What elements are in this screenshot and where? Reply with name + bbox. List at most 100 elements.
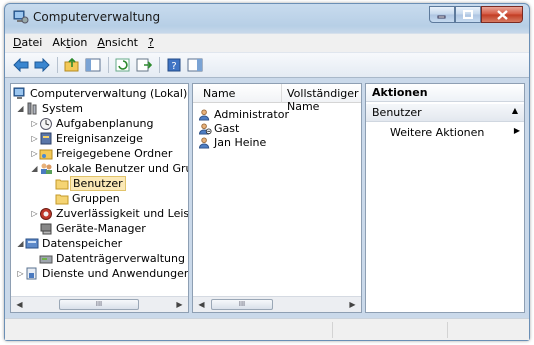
tree-horizontal-scrollbar[interactable]: ◀ III ▶ <box>11 296 188 312</box>
reliability-performance-icon <box>40 208 52 220</box>
tree-node-zuverlässigkeit-und-leistung[interactable]: ▷ Zuverlässigkeit und Leistung <box>11 206 188 221</box>
tree-node-label: Freigegebene Ordner <box>56 147 173 160</box>
collapse-arrow-icon[interactable]: ◢ <box>30 161 39 176</box>
help-icon: ? <box>167 58 181 72</box>
tree-node-label: Benutzer <box>70 176 126 191</box>
scroll-left-icon[interactable]: ◀ <box>194 298 209 311</box>
tree-node-label: Ereignisanzeige <box>56 132 143 145</box>
close-button[interactable] <box>481 6 523 23</box>
menu-help[interactable]: ? <box>144 34 160 52</box>
expand-arrow-icon[interactable]: ▷ <box>30 131 39 146</box>
tree-node-datenträgerverwaltung[interactable]: Datenträgerverwaltung <box>11 251 188 266</box>
tree-node-label: Aufgabenplanung <box>56 117 154 130</box>
tree-node-label: Dienste und Anwendungen <box>42 267 189 280</box>
tree-view: Computerverwaltung (Lokal) ◢ System ▷ Aufgab… <box>11 86 189 281</box>
forward-icon <box>34 58 50 72</box>
title-bar[interactable]: Computerverwaltung <box>5 4 529 30</box>
show-hide-action-pane-button[interactable] <box>185 56 205 74</box>
storage-icon <box>25 238 39 249</box>
expand-arrow-icon[interactable]: ▷ <box>30 116 39 131</box>
folder-icon <box>55 194 69 205</box>
tree-node-lokale-benutzer-und-gruppen[interactable]: ◢ Lokale Benutzer und Gruppen <box>11 161 188 176</box>
tree-node-geräte-manager[interactable]: Geräte-Manager <box>11 221 188 236</box>
tree-node-freigegebene-ordner[interactable]: ▷ Freigegebene Ordner <box>11 146 188 161</box>
tree-node-ereignisanzeige[interactable]: ▷ Ereignisanzeige <box>11 131 188 146</box>
column-header-name[interactable]: Name <box>203 87 235 100</box>
show-hide-action-pane-icon <box>187 58 203 72</box>
action-pane: Aktionen Benutzer ▲ Weitere Aktionen ▶ <box>365 83 525 313</box>
maximize-icon <box>463 10 473 19</box>
scroll-thumb[interactable]: III <box>211 299 273 310</box>
system-tools-icon <box>27 102 37 115</box>
tree-node-gruppen[interactable]: Gruppen <box>11 191 188 206</box>
up-folder-icon <box>64 58 79 72</box>
back-button[interactable] <box>11 56 31 74</box>
tree-node-benutzer[interactable]: Benutzer <box>11 176 188 191</box>
scroll-thumb[interactable]: III <box>59 299 139 310</box>
refresh-icon <box>115 58 130 72</box>
collapse-arrow-icon[interactable]: ◢ <box>16 236 25 251</box>
list-item-name: Jan Heine <box>214 136 267 149</box>
toolbar-separator <box>57 57 58 73</box>
status-divider <box>447 322 448 338</box>
collapse-up-icon[interactable]: ▲ <box>512 106 518 115</box>
menu-aktion[interactable]: Aktion <box>48 34 93 52</box>
up-folder-button[interactable] <box>62 56 82 74</box>
scroll-left-icon[interactable]: ◀ <box>12 298 27 311</box>
collapse-arrow-icon[interactable]: ◢ <box>16 101 25 116</box>
tree-node-label: Datenspeicher <box>42 237 123 250</box>
toolbar-separator <box>108 57 109 73</box>
show-hide-tree-icon <box>85 58 101 72</box>
column-divider[interactable] <box>281 84 282 103</box>
column-header-full-name[interactable]: Vollständiger Name <box>287 87 361 113</box>
local-users-groups-icon <box>41 163 52 174</box>
event-viewer-icon <box>40 132 52 145</box>
tree-node-computerverwaltung-lokal-[interactable]: Computerverwaltung (Lokal) <box>11 86 188 101</box>
export-list-button[interactable] <box>134 56 154 74</box>
export-list-icon <box>136 58 152 72</box>
close-icon <box>496 9 508 20</box>
caption-buttons <box>429 6 523 23</box>
expand-arrow-icon[interactable]: ▷ <box>30 146 39 161</box>
expand-arrow-icon[interactable]: ▷ <box>16 266 25 281</box>
status-divider <box>332 322 333 338</box>
help-button[interactable]: ? <box>164 56 184 74</box>
tree-node-aufgabenplanung[interactable]: ▷ Aufgabenplanung <box>11 116 188 131</box>
tree-node-label: Computerverwaltung (Lokal) <box>30 87 188 100</box>
user-icon <box>198 109 210 121</box>
menu-datei[interactable]: Datei <box>9 34 48 52</box>
action-item-label: Weitere Aktionen <box>390 126 485 139</box>
menu-ansicht[interactable]: Ansicht <box>93 34 144 52</box>
tree-node-dienste-und-anwendungen[interactable]: ▷ Dienste und Anwendungen <box>11 266 189 281</box>
minimize-button[interactable] <box>429 6 455 23</box>
folder-icon <box>55 179 69 190</box>
show-hide-tree-button[interactable] <box>83 56 103 74</box>
user-disabled-icon <box>198 123 212 135</box>
window: Computerverwaltung DateiAktionAnsicht? <box>4 3 530 341</box>
tree-node-system[interactable]: ◢ System <box>11 101 188 116</box>
user-icon <box>198 137 210 149</box>
list-horizontal-scrollbar[interactable]: ◀ III ▶ <box>193 296 361 312</box>
shared-folders-icon <box>39 149 53 160</box>
action-section-benutzer[interactable]: Benutzer ▲ <box>366 104 524 122</box>
result-list[interactable]: Name Vollständiger Name Administrator Gas… <box>192 83 362 313</box>
back-icon <box>13 58 29 72</box>
console-tree[interactable]: Computerverwaltung (Lokal) ◢ System ▷ Aufgab… <box>10 83 189 313</box>
action-pane-header: Aktionen <box>366 84 524 102</box>
submenu-arrow-icon: ▶ <box>513 126 520 135</box>
forward-button[interactable] <box>32 56 52 74</box>
minimize-icon <box>437 15 446 18</box>
scroll-right-icon[interactable]: ▶ <box>345 298 360 311</box>
expand-arrow-icon[interactable]: ▷ <box>30 206 39 221</box>
list-item-name: Administrator <box>214 108 289 121</box>
maximize-button[interactable] <box>455 6 481 23</box>
computer-management-icon <box>13 87 25 99</box>
action-section-label: Benutzer <box>372 106 422 119</box>
tree-node-label: Gruppen <box>72 192 120 205</box>
action-more-actions[interactable]: Weitere Aktionen ▶ <box>390 126 520 140</box>
scroll-right-icon[interactable]: ▶ <box>172 298 187 311</box>
tree-node-label: Datenträgerverwaltung <box>56 252 185 265</box>
tree-node-datenspeicher[interactable]: ◢ Datenspeicher <box>11 236 188 251</box>
refresh-button[interactable] <box>113 56 133 74</box>
svg-text:?: ? <box>171 61 176 72</box>
